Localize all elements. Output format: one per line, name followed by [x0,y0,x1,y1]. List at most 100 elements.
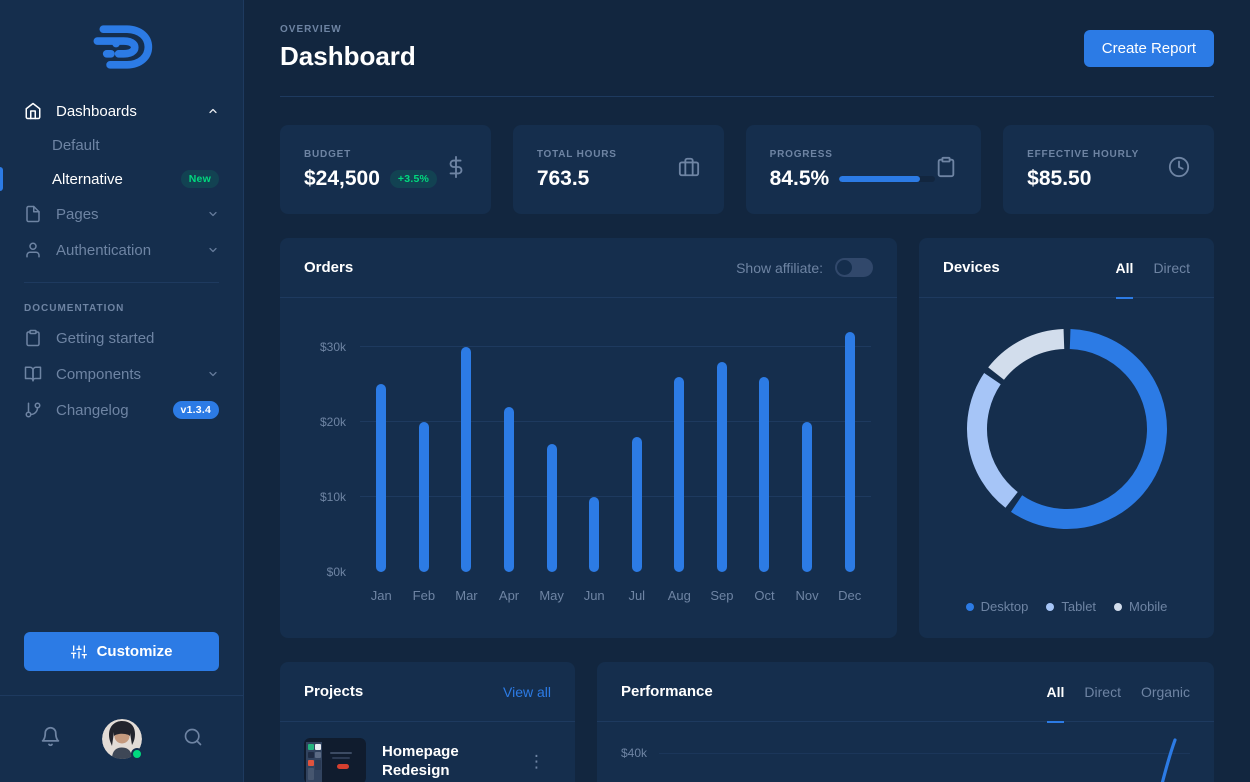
bar-may [547,444,557,572]
donut-segment-mobile [956,318,1178,540]
sidebar-item-alternative[interactable]: Alternative New [0,162,243,196]
clipboard-icon [935,156,957,183]
home-icon [24,102,42,120]
sidebar-item-pages[interactable]: Pages [0,196,243,232]
donut-segment-tablet [956,318,1178,540]
user-icon [24,241,42,259]
user-avatar[interactable] [102,719,142,759]
git-branch-icon [24,401,42,419]
x-axis-tick-label: Jun [573,588,616,603]
stat-card-budget: BUDGET $24,500 +3.5% [280,125,491,214]
customize-button-label: Customize [97,643,173,660]
x-axis-tick-label: Dec [828,588,871,603]
project-list-item[interactable]: Homepage Redesign ⋮ [280,722,575,782]
bar-apr [504,407,514,572]
sidebar-item-label: Getting started [56,330,154,347]
bottom-row: Projects View all [280,662,1214,782]
sidebar-item-label: Changelog [56,402,129,419]
x-axis-tick-label: Oct [743,588,786,603]
devices-card: Devices AllDirect DesktopTabletMobile [919,238,1214,638]
stat-card-effective-hourly: EFFECTIVE HOURLY $85.50 [1003,125,1214,214]
bar-aug [674,377,684,572]
view-all-link[interactable]: View all [503,684,551,700]
toggle-knob [837,260,852,275]
charts-row: Orders Show affiliate: $0k$10k$20k$30k J… [280,238,1214,638]
bar-oct [759,377,769,572]
legend-dot [1114,603,1122,611]
sidebar-item-authentication[interactable]: Authentication [0,232,243,268]
tab-all[interactable]: All [1116,238,1134,298]
sidebar-item-label: Authentication [56,242,151,259]
page-header: OVERVIEW Dashboard Create Report [280,0,1214,97]
sidebar-footer [0,695,243,782]
sidebar-item-label: Pages [56,206,99,223]
sidebar-item-dashboards[interactable]: Dashboards [0,93,243,129]
bar-feb [419,422,429,572]
bar-mar [461,347,471,572]
sidebar-item-label: Alternative [52,171,123,188]
orders-card: Orders Show affiliate: $0k$10k$20k$30k J… [280,238,897,638]
bar-nov [802,422,812,572]
sidebar-item-label: Dashboards [56,103,137,120]
stat-label: PROGRESS [770,149,936,160]
stat-value: 84.5% [770,167,830,191]
x-axis-tick-label: Apr [488,588,531,603]
y-axis-label: $40k [621,746,647,760]
tab-direct[interactable]: Direct [1153,238,1190,298]
sliders-icon [71,644,87,660]
dollar-icon [445,156,467,183]
brand-logo[interactable] [88,20,156,79]
new-badge: New [181,170,219,188]
progress-bar [839,176,935,182]
legend-dot [966,603,974,611]
show-affiliate-toggle[interactable] [835,258,873,277]
donut-legend: DesktopTabletMobile [966,599,1168,614]
sidebar-bottom: Customize [0,632,243,782]
tab-direct[interactable]: Direct [1084,662,1121,722]
tab-all[interactable]: All [1047,662,1065,722]
briefcase-icon [678,156,700,183]
kebab-menu-icon[interactable]: ⋮ [522,751,551,772]
sidebar-item-getting-started[interactable]: Getting started [0,320,243,356]
clipboard-icon [24,329,42,347]
y-axis-tick-label: $10k [304,490,346,504]
x-axis-tick-label: Feb [403,588,446,603]
bar-jun [589,497,599,572]
trend-badge: +3.5% [390,170,437,188]
stat-value: 763.5 [537,167,590,191]
file-icon [24,205,42,223]
customize-button[interactable]: Customize [24,632,219,671]
dashkit-logo-icon [88,20,156,74]
sidebar-item-components[interactable]: Components [0,356,243,392]
bar-jan [376,384,386,572]
progress-fill [839,176,920,182]
performance-card: Performance AllDirectOrganic $40k [597,662,1214,782]
legend-dot [1046,603,1054,611]
stat-card-total-hours: TOTAL HOURS 763.5 [513,125,724,214]
chevron-up-icon [207,105,219,117]
performance-chart: $40k [597,722,1214,782]
notifications-button[interactable] [40,726,61,752]
sidebar-item-changelog[interactable]: Changelog v1.3.4 [0,392,243,428]
stat-label: BUDGET [304,149,437,160]
donut-chart [956,318,1178,540]
stat-label: TOTAL HOURS [537,149,617,160]
sidebar-item-default[interactable]: Default [0,129,243,162]
legend-item-tablet: Tablet [1046,599,1096,614]
chevron-down-icon [207,208,219,220]
version-badge: v1.3.4 [173,401,219,419]
sidebar-item-label: Default [52,137,100,154]
y-axis-tick-label: $30k [304,340,346,354]
create-report-button[interactable]: Create Report [1084,30,1214,67]
stat-card-progress: PROGRESS 84.5% [746,125,982,214]
stat-value: $24,500 [304,167,380,191]
x-axis-tick-label: Aug [658,588,701,603]
tab-organic[interactable]: Organic [1141,662,1190,722]
page-pretitle: OVERVIEW [280,24,416,35]
legend-item-desktop: Desktop [966,599,1029,614]
x-axis-tick-label: Mar [445,588,488,603]
x-axis-tick-label: Jul [615,588,658,603]
bar-sep [717,362,727,572]
clock-icon [1168,156,1190,183]
search-button[interactable] [183,727,203,752]
